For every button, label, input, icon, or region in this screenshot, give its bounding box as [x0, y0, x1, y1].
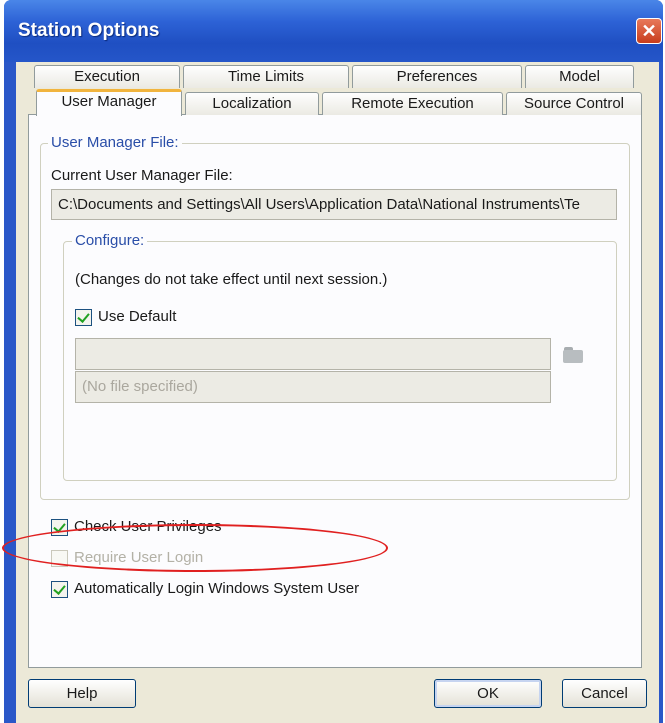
auto-login-row[interactable]: Automatically Login Windows System User: [51, 580, 391, 600]
tab-preferences[interactable]: Preferences: [352, 65, 522, 88]
tab-localization[interactable]: Localization: [185, 92, 319, 115]
cancel-button[interactable]: Cancel: [562, 679, 647, 708]
tab-user-manager[interactable]: User Manager: [36, 89, 182, 116]
station-options-window: Station Options ✕ Execution Time Limits …: [4, 0, 663, 723]
user-manager-path-field[interactable]: [75, 338, 551, 370]
tab-execution[interactable]: Execution: [34, 65, 180, 88]
close-icon: ✕: [641, 21, 657, 41]
use-default-checkbox[interactable]: [75, 309, 92, 326]
close-button[interactable]: ✕: [636, 18, 662, 44]
use-default-label: Use Default: [98, 308, 177, 325]
window-title: Station Options: [18, 20, 160, 41]
help-button[interactable]: Help: [28, 679, 136, 708]
current-file-field[interactable]: C:\Documents and Settings\All Users\Appl…: [51, 189, 617, 220]
checkmark-icon: [77, 310, 90, 323]
use-default-checkbox-row[interactable]: Use Default: [75, 308, 235, 328]
browse-button[interactable]: [559, 343, 587, 367]
configure-legend: Configure:: [72, 232, 148, 249]
checkmark-icon: [53, 582, 66, 595]
user-manager-file-legend: User Manager File:: [48, 134, 182, 151]
current-file-label: Current User Manager File:: [51, 167, 233, 184]
tab-panel-user-manager: User Manager File: Current User Manager …: [28, 114, 642, 668]
tab-remote-execution[interactable]: Remote Execution: [322, 92, 503, 115]
tab-model[interactable]: Model: [525, 65, 634, 88]
auto-login-checkbox[interactable]: [51, 581, 68, 598]
ok-button[interactable]: OK: [434, 679, 542, 708]
tab-source-control[interactable]: Source Control: [506, 92, 642, 115]
dialog-body: Execution Time Limits Preferences Model …: [16, 62, 659, 723]
tab-time-limits[interactable]: Time Limits: [183, 65, 349, 88]
configure-note: (Changes do not take effect until next s…: [75, 271, 388, 288]
auto-login-label: Automatically Login Windows System User: [74, 580, 360, 597]
highlight-annotation: [2, 524, 388, 572]
folder-icon: [563, 350, 583, 363]
title-bar[interactable]: Station Options ✕: [4, 0, 663, 62]
file-status-field: (No file specified): [75, 371, 551, 403]
